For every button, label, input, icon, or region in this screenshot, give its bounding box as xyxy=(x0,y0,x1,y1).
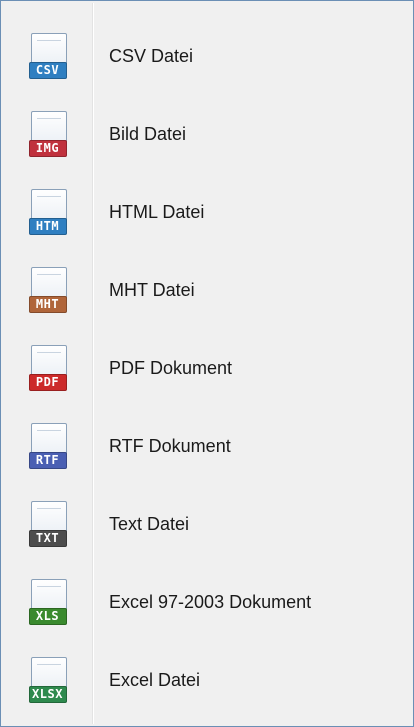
icon-slot: PDF xyxy=(3,329,92,407)
rtf-file-icon: RTF xyxy=(28,423,73,469)
icon-slot: TXT xyxy=(3,485,92,563)
menu-item-pdf[interactable]: PDF PDF Dokument xyxy=(3,329,411,407)
mht-file-icon: MHT xyxy=(28,267,73,313)
icon-slot: MHT xyxy=(3,251,92,329)
menu-item-label: PDF Dokument xyxy=(109,357,233,378)
csv-file-icon: CSV xyxy=(28,33,73,79)
menu-item-text[interactable]: TXT Text Datei xyxy=(3,485,411,563)
icon-tag: XLSX xyxy=(28,686,67,703)
menu-item-label: HTML Datei xyxy=(109,201,205,222)
xls-file-icon: XLS xyxy=(28,579,73,625)
txt-file-icon: TXT xyxy=(28,501,73,547)
xlsx-file-icon: XLSX xyxy=(28,657,73,703)
icon-tag: CSV xyxy=(28,62,67,79)
icon-tag: MHT xyxy=(28,296,67,313)
menu-item-xls[interactable]: XLS Excel 97-2003 Dokument xyxy=(3,563,411,641)
icon-slot: XLSX xyxy=(3,641,92,719)
menu-item-csv[interactable]: CSV CSV Datei xyxy=(3,17,411,95)
menu-item-label: RTF Dokument xyxy=(109,435,231,456)
menu-item-label: MHT Datei xyxy=(109,279,195,300)
menu-item-label: Excel 97-2003 Dokument xyxy=(109,591,312,612)
menu-item-label: Text Datei xyxy=(109,513,190,534)
icon-tag: RTF xyxy=(28,452,67,469)
icon-tag: TXT xyxy=(28,530,67,547)
html-file-icon: HTM xyxy=(28,189,73,235)
menu-item-rtf[interactable]: RTF RTF Dokument xyxy=(3,407,411,485)
icon-tag: PDF xyxy=(28,374,67,391)
menu-item-mht[interactable]: MHT MHT Datei xyxy=(3,251,411,329)
icon-slot: IMG xyxy=(3,95,92,173)
image-file-icon: IMG xyxy=(28,111,73,157)
pdf-file-icon: PDF xyxy=(28,345,73,391)
icon-slot: CSV xyxy=(3,17,92,95)
icon-slot: XLS xyxy=(3,563,92,641)
icon-tag: IMG xyxy=(28,140,67,157)
menu-item-image[interactable]: IMG Bild Datei xyxy=(3,95,411,173)
export-format-menu: CSV CSV Datei IMG Bild Datei HTM HTML Da… xyxy=(0,0,414,727)
icon-tag: HTM xyxy=(28,218,67,235)
icon-tag: XLS xyxy=(28,608,67,625)
icon-slot: HTM xyxy=(3,173,92,251)
menu-item-html[interactable]: HTM HTML Datei xyxy=(3,173,411,251)
icon-slot: RTF xyxy=(3,407,92,485)
menu-item-xlsx[interactable]: XLSX Excel Datei xyxy=(3,641,411,719)
menu-item-label: Bild Datei xyxy=(109,123,187,144)
menu-item-label: Excel Datei xyxy=(109,669,201,690)
menu-item-label: CSV Datei xyxy=(109,45,194,66)
